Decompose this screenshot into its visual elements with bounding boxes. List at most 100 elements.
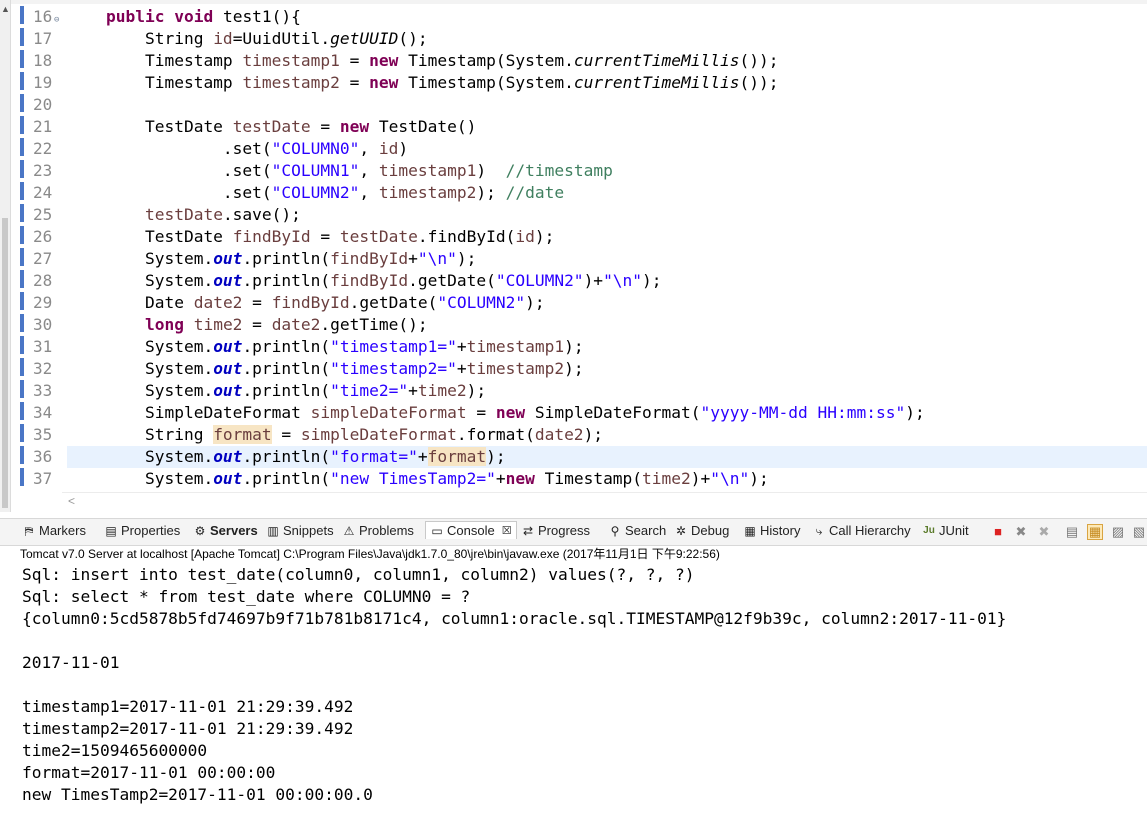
code-line[interactable]: System.out.println("time2="+time2); xyxy=(67,380,486,402)
code-line[interactable]: long time2 = date2.getTime(); xyxy=(67,314,428,336)
console-line: timestamp1=2017-11-01 21:29:39.492 xyxy=(22,697,354,716)
console-icon: ▭ xyxy=(431,523,443,538)
code-line[interactable]: TestDate findById = testDate.findById(id… xyxy=(67,226,554,248)
tab-label: Debug xyxy=(691,523,730,538)
code-line[interactable]: .set("COLUMN1", timestamp1) //timestamp xyxy=(67,160,613,182)
line-number: 29 xyxy=(33,293,53,312)
tab-label: Console xyxy=(447,523,495,538)
code-line[interactable]: SimpleDateFormat simpleDateFormat = new … xyxy=(67,402,925,424)
code-line[interactable]: testDate.save(); xyxy=(67,204,301,226)
markers-icon: ⛿ xyxy=(24,523,34,538)
code-editor[interactable]: ▲ 16 ⊖ 17 18 19 20 21 22 23 24 25 26 27 28 29 30 31 32 33 3… xyxy=(0,0,1147,512)
tab-properties[interactable]: ▤ Properties xyxy=(104,523,180,538)
tab-label: Problems xyxy=(359,523,414,538)
tab-label: Progress xyxy=(538,523,591,538)
snippets-icon: ▥ xyxy=(267,523,279,538)
line-number: 27 xyxy=(33,249,53,268)
code-line[interactable]: TestDate testDate = new TestDate() xyxy=(67,116,476,138)
change-ruler xyxy=(20,6,24,490)
clear-console-icon[interactable]: ▤ xyxy=(1064,524,1080,540)
code-line[interactable]: Date date2 = findById.getDate("COLUMN2")… xyxy=(67,292,545,314)
line-number: 23 xyxy=(33,161,53,180)
tab-history[interactable]: ▦ History xyxy=(743,523,800,538)
code-line[interactable]: .set("COLUMN2", timestamp2); //date xyxy=(67,182,564,204)
junit-icon: Ju xyxy=(923,524,935,536)
tab-label: Properties xyxy=(121,523,181,538)
console-line: Sql: select * from test_date where COLUM… xyxy=(22,587,471,606)
tab-label: JUnit xyxy=(939,523,969,538)
code-line[interactable]: Timestamp timestamp1 = new Timestamp(Sys… xyxy=(67,50,779,72)
line-number: 18 xyxy=(33,51,53,70)
tab-label: Servers xyxy=(210,523,258,538)
code-line[interactable]: System.out.println("timestamp1="+timesta… xyxy=(67,336,584,358)
problems-icon: ⚠ xyxy=(343,523,355,538)
line-number: 36 xyxy=(33,447,53,466)
line-number: 16 ⊖ xyxy=(33,6,59,28)
line-number: 35 xyxy=(33,425,53,444)
line-number: 17 xyxy=(33,29,53,48)
line-number: 31 xyxy=(33,337,53,356)
line-number: 37 xyxy=(33,469,53,488)
tab-snippets[interactable]: ▥ Snippets xyxy=(266,523,334,538)
show-on-output-icon[interactable]: ▨ xyxy=(1110,524,1126,540)
scroll-left-icon[interactable]: < xyxy=(68,494,75,508)
tab-label: History xyxy=(760,523,801,538)
console-line: time2=1509465600000 xyxy=(22,741,208,760)
remove-launch-icon[interactable]: ✖ xyxy=(1013,524,1029,540)
tab-label: Call Hierarchy xyxy=(829,523,911,538)
tab-markers[interactable]: ⛿ Markers xyxy=(22,523,86,538)
progress-icon: ⇄ xyxy=(522,523,534,538)
code-line[interactable]: System.out.println("new TimesTamp2="+new… xyxy=(67,468,769,490)
tab-progress[interactable]: ⇄ Progress xyxy=(521,523,590,538)
console-line: Sql: insert into test_date(column0, colu… xyxy=(22,565,695,584)
code-line[interactable]: String id=UuidUtil.getUUID(); xyxy=(67,28,428,50)
console-line: new TimesTamp2=2017-11-01 00:00:00.0 xyxy=(22,785,373,804)
console-line: timestamp2=2017-11-01 21:29:39.492 xyxy=(22,719,354,738)
show-on-error-icon[interactable]: ▧ xyxy=(1131,524,1147,540)
horizontal-scrollbar[interactable]: < xyxy=(62,492,1147,511)
code-line[interactable]: String format = simpleDateFormat.format(… xyxy=(67,424,603,446)
code-line[interactable]: System.out.println(findById+"\n"); xyxy=(67,248,476,270)
vertical-scrollbar[interactable]: ▲ xyxy=(0,0,11,512)
code-line[interactable]: public void test1(){ xyxy=(67,6,301,28)
code-line[interactable]: Timestamp timestamp2 = new Timestamp(Sys… xyxy=(67,72,779,94)
tab-label: Search xyxy=(625,523,667,538)
line-number: 21 xyxy=(33,117,53,136)
debug-icon: ✲ xyxy=(675,523,687,538)
tab-label: Markers xyxy=(39,523,86,538)
line-number: 30 xyxy=(33,315,53,334)
line-number: 26 xyxy=(33,227,53,246)
line-number: 28 xyxy=(33,271,53,290)
line-number: 25 xyxy=(33,205,53,224)
tab-debug[interactable]: ✲ Debug xyxy=(674,523,729,538)
tab-console[interactable]: ▭ Console ☒ xyxy=(425,521,517,539)
tab-label: Snippets xyxy=(283,523,334,538)
properties-icon: ▤ xyxy=(105,523,117,538)
console-line: 2017-11-01 xyxy=(22,653,120,672)
scroll-up-icon[interactable]: ▲ xyxy=(1,4,10,14)
close-icon[interactable]: ☒ xyxy=(502,524,512,537)
line-number: 32 xyxy=(33,359,53,378)
editor-tab-strip xyxy=(0,0,1147,4)
scroll-lock-icon[interactable]: ▦ xyxy=(1087,524,1103,540)
code-line[interactable]: System.out.println("timestamp2="+timesta… xyxy=(67,358,584,380)
code-line[interactable]: .set("COLUMN0", id) xyxy=(67,138,408,160)
current-code-line[interactable]: System.out.println("format="+format); xyxy=(67,446,1147,468)
tab-servers[interactable]: ⚙ Servers xyxy=(193,523,258,538)
call-hierarchy-icon: ⤷ xyxy=(815,523,823,538)
remove-all-icon[interactable]: ✖ xyxy=(1036,524,1052,540)
terminate-icon[interactable]: ■ xyxy=(990,524,1006,540)
view-tab-bar: ⛿ Markers ▤ Properties ⚙ Servers ▥ Snippets ⚠ Pro… xyxy=(0,518,1147,546)
line-number: 34 xyxy=(33,403,53,422)
line-number: 20 xyxy=(33,95,53,114)
code-line[interactable]: System.out.println(findById.getDate("COL… xyxy=(67,270,662,292)
console-line: {column0:5cd5878b5fd74697b9f71b781b8171c… xyxy=(22,609,1007,628)
servers-icon: ⚙ xyxy=(194,523,206,538)
tab-problems[interactable]: ⚠ Problems xyxy=(342,523,414,538)
tab-call-hierarchy[interactable]: ⤷ Call Hierarchy xyxy=(812,523,911,538)
tab-search[interactable]: ⚲ Search xyxy=(608,523,667,538)
line-number: 24 xyxy=(33,183,53,202)
console-line: format=2017-11-01 00:00:00 xyxy=(22,763,276,782)
scrollbar-thumb[interactable] xyxy=(2,218,8,508)
tab-junit[interactable]: Ju JUnit xyxy=(922,523,969,538)
